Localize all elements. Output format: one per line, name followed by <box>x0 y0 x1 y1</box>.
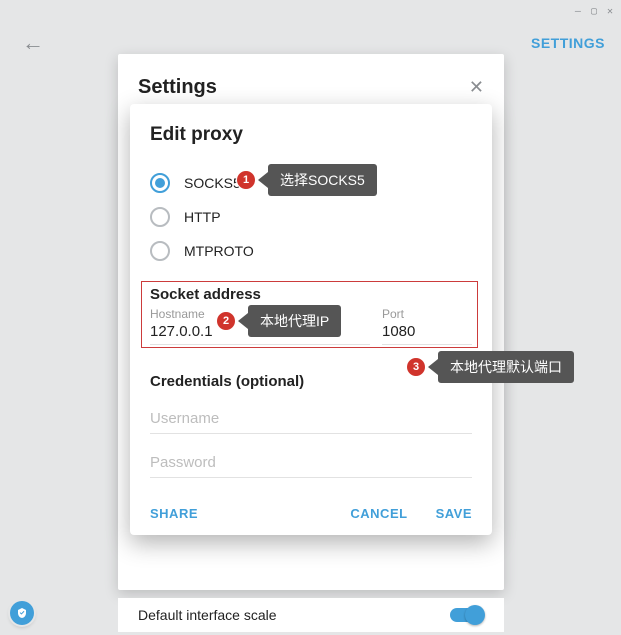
username-input[interactable]: Username <box>150 406 472 434</box>
port-label: Port <box>382 307 472 321</box>
proxy-type-mtproto[interactable]: MTPROTO <box>150 234 472 268</box>
proxy-type-http[interactable]: HTTP <box>150 200 472 234</box>
cancel-button[interactable]: CANCEL <box>350 506 407 521</box>
close-icon[interactable]: ✕ <box>469 77 484 98</box>
socket-address-heading: Socket address <box>150 286 472 303</box>
password-input[interactable]: Password <box>150 450 472 478</box>
interface-scale-toggle[interactable] <box>450 608 484 622</box>
shield-icon[interactable] <box>10 601 34 625</box>
interface-scale-label: Default interface scale <box>138 607 277 623</box>
callout-tip: 本地代理IP <box>248 305 341 337</box>
edit-proxy-title: Edit proxy <box>150 124 472 146</box>
callout-badge-icon: 2 <box>216 311 236 331</box>
radio-unchecked-icon <box>150 207 170 227</box>
save-button[interactable]: SAVE <box>436 506 472 521</box>
modal-actions: SHARE CANCEL SAVE <box>150 500 472 521</box>
proxy-type-label: HTTP <box>184 209 221 225</box>
arrow-left-icon <box>428 359 438 375</box>
callout-3: 3 本地代理默认端口 <box>406 351 574 383</box>
radio-unchecked-icon <box>150 241 170 261</box>
back-arrow-icon[interactable]: ← <box>22 32 44 54</box>
arrow-left-icon <box>238 313 248 329</box>
radio-checked-icon <box>150 173 170 193</box>
callout-badge-icon: 1 <box>236 170 256 190</box>
callout-2: 2 本地代理IP <box>216 305 341 337</box>
window-close-button[interactable]: ✕ <box>607 6 613 17</box>
callout-tip: 选择SOCKS5 <box>268 164 377 196</box>
proxy-type-label: SOCKS5 <box>184 175 241 191</box>
callout-badge-icon: 3 <box>406 357 426 377</box>
interface-scale-row: Default interface scale <box>118 598 504 632</box>
callout-tip: 本地代理默认端口 <box>438 351 574 383</box>
settings-title: Settings <box>138 76 217 99</box>
port-field[interactable]: Port 1080 <box>382 307 472 345</box>
callout-1: 1 选择SOCKS5 <box>236 164 377 196</box>
minimize-button[interactable]: — <box>575 6 581 17</box>
maximize-button[interactable]: ▢ <box>591 6 597 17</box>
window-titlebar: — ▢ ✕ <box>0 0 621 22</box>
share-button[interactable]: SHARE <box>150 506 198 521</box>
settings-link[interactable]: SETTINGS <box>531 35 605 51</box>
port-value[interactable]: 1080 <box>382 321 472 345</box>
arrow-left-icon <box>258 172 268 188</box>
proxy-type-label: MTPROTO <box>184 243 254 259</box>
